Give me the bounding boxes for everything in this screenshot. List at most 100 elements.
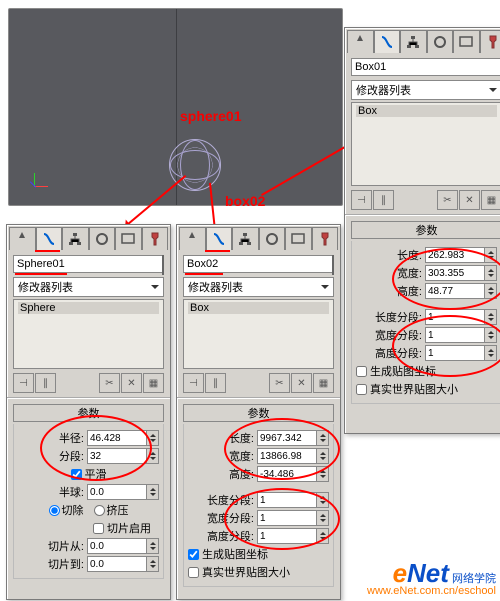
motion-tab-icon[interactable] bbox=[89, 227, 116, 250]
length-spinner[interactable] bbox=[425, 247, 497, 263]
segments-label: 分段: bbox=[59, 448, 84, 464]
pin-stack-icon[interactable]: ⊣ bbox=[351, 190, 372, 210]
show-end-result-icon[interactable]: ∥ bbox=[373, 190, 394, 210]
height-segs-spinner[interactable] bbox=[257, 528, 329, 544]
stack-item[interactable]: Sphere bbox=[18, 302, 159, 314]
motion-tab-icon[interactable] bbox=[259, 227, 286, 250]
length-segs-label: 长度分段: bbox=[207, 492, 254, 508]
command-tabs bbox=[7, 225, 170, 251]
chevron-down-icon bbox=[321, 285, 329, 293]
width-spinner[interactable] bbox=[425, 265, 497, 281]
object-color-swatch[interactable] bbox=[162, 255, 164, 275]
slice-on-checkbox[interactable]: 切片启用 bbox=[93, 520, 151, 536]
height-label: 高度: bbox=[229, 466, 254, 482]
length-segs-spinner[interactable] bbox=[257, 492, 329, 508]
modify-panel-sphere01: 修改器列表 Sphere ⊣ ∥ ✂ ✕ ▦ 参数 半径: 分段: bbox=[6, 224, 171, 600]
hemisphere-label: 半球: bbox=[59, 484, 84, 500]
gen-uv-checkbox[interactable]: 生成贴图坐标 bbox=[356, 363, 436, 379]
modifier-stack[interactable]: Box bbox=[351, 102, 500, 186]
real-world-checkbox[interactable]: 真实世界贴图大小 bbox=[356, 381, 458, 397]
annotation-box02: box02 bbox=[225, 193, 265, 209]
create-tab-icon[interactable] bbox=[9, 227, 36, 250]
params-rollup-header[interactable]: 参数 bbox=[13, 404, 164, 422]
make-unique-icon[interactable]: ✂ bbox=[437, 190, 458, 210]
height-segs-label: 高度分段: bbox=[375, 345, 422, 361]
width-segs-spinner[interactable] bbox=[425, 327, 497, 343]
real-world-checkbox[interactable]: 真实世界贴图大小 bbox=[188, 564, 290, 580]
chop-radio[interactable]: 切除 bbox=[49, 502, 84, 518]
modifier-stack[interactable]: Sphere bbox=[13, 299, 164, 369]
hierarchy-tab-icon[interactable] bbox=[400, 30, 427, 53]
height-spinner[interactable] bbox=[257, 466, 329, 482]
display-tab-icon[interactable] bbox=[453, 30, 480, 53]
display-tab-icon[interactable] bbox=[115, 227, 142, 250]
stack-toolbar: ⊣ ∥ ✂ ✕ ▦ bbox=[351, 190, 500, 210]
segments-spinner[interactable] bbox=[87, 448, 159, 464]
params-rollup-header[interactable]: 参数 bbox=[351, 221, 500, 239]
params-rollup-header[interactable]: 参数 bbox=[183, 404, 334, 422]
stack-item[interactable]: Box bbox=[188, 302, 329, 314]
create-tab-icon[interactable] bbox=[347, 30, 374, 53]
modifier-list-dropdown[interactable]: 修改器列表 bbox=[183, 277, 334, 297]
slice-to-label: 切片到: bbox=[48, 556, 84, 572]
length-segs-label: 长度分段: bbox=[375, 309, 422, 325]
height-label: 高度: bbox=[397, 283, 422, 299]
spin-up-icon[interactable] bbox=[147, 431, 158, 438]
stack-toolbar: ⊣ ∥ ✂ ✕ ▦ bbox=[183, 373, 334, 393]
height-segs-label: 高度分段: bbox=[207, 528, 254, 544]
make-unique-icon[interactable]: ✂ bbox=[99, 373, 120, 393]
object-name-input[interactable] bbox=[13, 255, 162, 273]
hemisphere-spinner[interactable] bbox=[87, 484, 159, 500]
modify-panel-box01: 修改器列表 Box ⊣ ∥ ✂ ✕ ▦ 参数 长度: 宽度: 高度: 长度分段:… bbox=[344, 27, 500, 434]
squash-radio[interactable]: 挤压 bbox=[94, 502, 129, 518]
chevron-down-icon bbox=[489, 88, 497, 96]
width-spinner[interactable] bbox=[257, 448, 329, 464]
height-segs-spinner[interactable] bbox=[425, 345, 497, 361]
modify-tab-icon[interactable] bbox=[36, 227, 63, 250]
modifier-list-dropdown[interactable]: 修改器列表 bbox=[13, 277, 164, 297]
enet-watermark: eNet 网络学院 www.eNet.com.cn/eschool bbox=[367, 560, 496, 597]
spin-down-icon[interactable] bbox=[147, 438, 158, 445]
hierarchy-tab-icon[interactable] bbox=[232, 227, 259, 250]
height-spinner[interactable] bbox=[425, 283, 497, 299]
width-label: 宽度: bbox=[229, 448, 254, 464]
show-end-result-icon[interactable]: ∥ bbox=[35, 373, 56, 393]
length-spinner[interactable] bbox=[257, 430, 329, 446]
modify-tab-icon[interactable] bbox=[206, 227, 233, 250]
configure-sets-icon[interactable]: ▦ bbox=[313, 373, 334, 393]
motion-tab-icon[interactable] bbox=[427, 30, 454, 53]
gen-uv-checkbox[interactable]: 生成贴图坐标 bbox=[188, 546, 268, 562]
hierarchy-tab-icon[interactable] bbox=[62, 227, 89, 250]
utilities-tab-icon[interactable] bbox=[312, 227, 339, 250]
remove-modifier-icon[interactable]: ✕ bbox=[291, 373, 312, 393]
object-name-input[interactable] bbox=[351, 58, 500, 76]
modify-tab-icon[interactable] bbox=[374, 30, 401, 53]
object-name-input[interactable] bbox=[183, 255, 332, 273]
make-unique-icon[interactable]: ✂ bbox=[269, 373, 290, 393]
command-tabs bbox=[345, 28, 500, 54]
slice-from-label: 切片从: bbox=[48, 538, 84, 554]
width-segs-spinner[interactable] bbox=[257, 510, 329, 526]
pin-stack-icon[interactable]: ⊣ bbox=[13, 373, 34, 393]
remove-modifier-icon[interactable]: ✕ bbox=[459, 190, 480, 210]
stack-item[interactable]: Box bbox=[356, 105, 497, 117]
configure-sets-icon[interactable]: ▦ bbox=[481, 190, 500, 210]
object-color-swatch[interactable] bbox=[332, 255, 334, 275]
display-tab-icon[interactable] bbox=[285, 227, 312, 250]
remove-modifier-icon[interactable]: ✕ bbox=[121, 373, 142, 393]
configure-sets-icon[interactable]: ▦ bbox=[143, 373, 164, 393]
utilities-tab-icon[interactable] bbox=[142, 227, 169, 250]
length-segs-spinner[interactable] bbox=[425, 309, 497, 325]
show-end-result-icon[interactable]: ∥ bbox=[205, 373, 226, 393]
utilities-tab-icon[interactable] bbox=[480, 30, 500, 53]
modify-panel-box02: 修改器列表 Box ⊣ ∥ ✂ ✕ ▦ 参数 长度: 宽度: 高度: 长度分段:… bbox=[176, 224, 341, 600]
pin-stack-icon[interactable]: ⊣ bbox=[183, 373, 204, 393]
axis-tripod bbox=[23, 173, 47, 197]
modifier-stack[interactable]: Box bbox=[183, 299, 334, 369]
slice-from-spinner[interactable] bbox=[87, 538, 159, 554]
smooth-checkbox[interactable]: 平滑 bbox=[71, 466, 107, 482]
radius-spinner[interactable] bbox=[87, 430, 159, 446]
slice-to-spinner[interactable] bbox=[87, 556, 159, 572]
create-tab-icon[interactable] bbox=[179, 227, 206, 250]
modifier-list-dropdown[interactable]: 修改器列表 bbox=[351, 80, 500, 100]
